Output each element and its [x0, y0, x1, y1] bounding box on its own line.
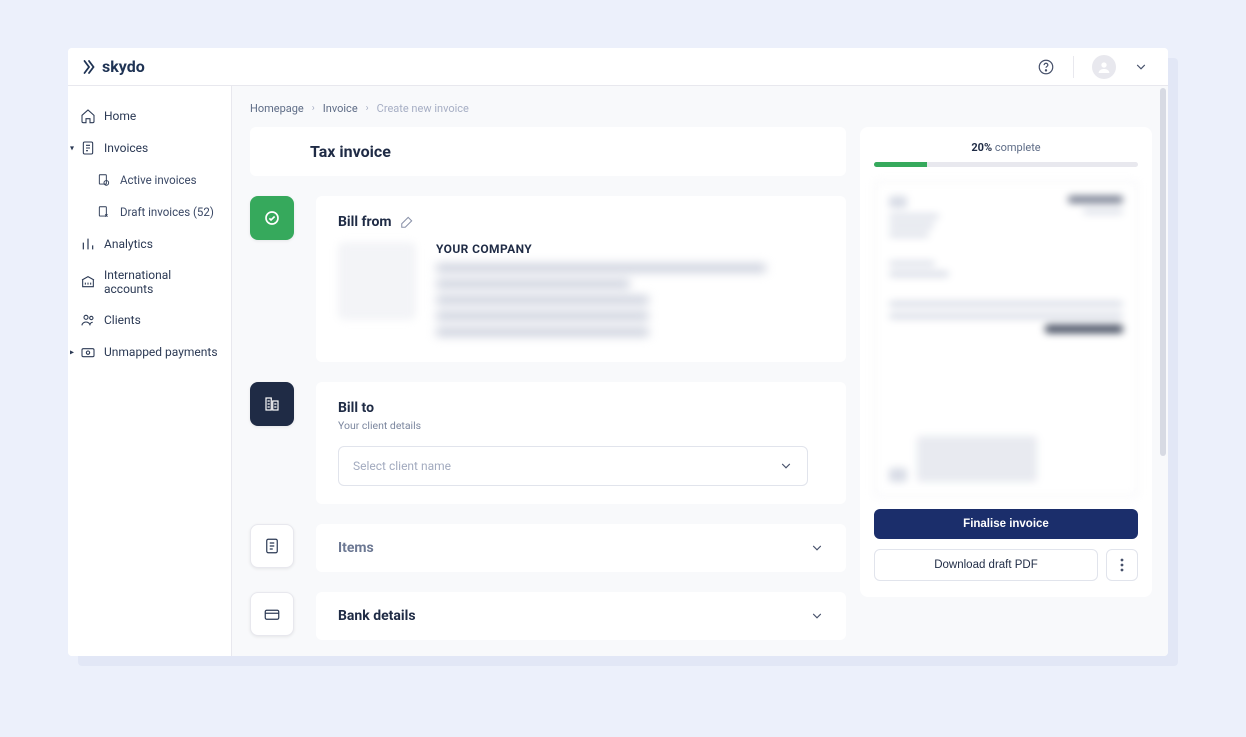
analytics-icon	[80, 236, 96, 252]
bill-from-status-icon	[250, 196, 294, 240]
sidebar-label: International accounts	[104, 268, 219, 296]
items-section: Items	[250, 524, 846, 572]
finalise-invoice-button[interactable]: Finalise invoice	[874, 509, 1138, 539]
sidebar-item-draft-invoices[interactable]: Draft invoices (52)	[68, 196, 231, 228]
bank-section: Bank details	[250, 592, 846, 640]
active-invoice-icon	[96, 172, 112, 188]
sidebar-label: Analytics	[104, 237, 153, 251]
breadcrumb-invoice[interactable]: Invoice	[323, 102, 358, 115]
topbar: skydo	[68, 48, 1168, 86]
sidebar-label: Clients	[104, 313, 141, 327]
bill-from-title: Bill from	[338, 214, 824, 230]
more-actions-button[interactable]	[1106, 549, 1138, 581]
bill-to-subtitle: Your client details	[338, 419, 824, 432]
user-menu-caret-icon[interactable]	[1134, 60, 1148, 74]
breadcrumb-home[interactable]: Homepage	[250, 102, 304, 115]
scrollbar[interactable]	[1160, 88, 1166, 654]
sidebar-item-analytics[interactable]: Analytics	[68, 228, 231, 260]
bill-to-section: Bill to Your client details Select clien…	[250, 382, 846, 504]
sidebar-label: Unmapped payments	[104, 345, 218, 359]
chevron-right-icon: ›	[312, 103, 315, 114]
sidebar-label: Active invoices	[120, 173, 197, 187]
home-icon	[80, 108, 96, 124]
brand-logo[interactable]: skydo	[80, 57, 145, 76]
progress-bar	[874, 162, 1138, 167]
topbar-actions	[1037, 55, 1148, 79]
scrollbar-thumb[interactable]	[1160, 88, 1166, 456]
sidebar-label: Draft invoices (52)	[120, 205, 214, 219]
chevron-down-icon	[779, 459, 793, 473]
invoice-icon	[80, 140, 96, 156]
bank-details-icon	[250, 592, 294, 636]
company-logo-placeholder	[338, 242, 416, 320]
chevron-down-icon	[810, 609, 824, 623]
breadcrumb: Homepage › Invoice › Create new invoice	[232, 86, 1152, 127]
invoice-preview-thumbnail	[874, 181, 1138, 497]
bill-to-title: Bill to	[338, 400, 824, 416]
sidebar-item-international[interactable]: International accounts	[68, 260, 231, 304]
breadcrumb-current: Create new invoice	[377, 102, 469, 115]
sidebar-item-active-invoices[interactable]: Active invoices	[68, 164, 231, 196]
expand-caret-icon: ▸	[70, 348, 74, 357]
progress-fill	[874, 162, 927, 167]
edit-icon[interactable]	[400, 215, 414, 229]
kebab-icon	[1120, 558, 1124, 572]
collapse-caret-icon: ▾	[70, 144, 74, 153]
sidebar-item-unmapped[interactable]: ▸ Unmapped payments	[68, 336, 231, 368]
invoice-preview-panel: 20% complete	[860, 127, 1152, 597]
progress-label: 20% complete	[874, 141, 1138, 154]
client-select-placeholder: Select client name	[353, 459, 451, 473]
company-details-redacted	[436, 264, 824, 336]
payments-icon	[80, 344, 96, 360]
bank-icon	[80, 274, 96, 290]
brand-mark-icon	[80, 58, 98, 76]
user-avatar[interactable]	[1092, 55, 1116, 79]
bill-from-section: Bill from YOUR COMPANY	[250, 196, 846, 362]
chevron-right-icon: ›	[366, 103, 369, 114]
client-select[interactable]: Select client name	[338, 446, 808, 486]
help-icon[interactable]	[1037, 58, 1055, 76]
items-icon	[250, 524, 294, 568]
sidebar-label: Invoices	[104, 141, 148, 155]
chevron-down-icon	[810, 541, 824, 555]
page-title: Tax invoice	[250, 127, 846, 176]
company-name: YOUR COMPANY	[436, 242, 824, 256]
clients-icon	[80, 312, 96, 328]
topbar-divider	[1073, 56, 1074, 78]
draft-invoice-icon	[96, 204, 112, 220]
sidebar-label: Home	[104, 109, 136, 123]
brand-name: skydo	[102, 57, 145, 76]
main-content: Homepage › Invoice › Create new invoice …	[232, 86, 1168, 656]
sidebar-item-home[interactable]: Home	[68, 100, 231, 132]
bill-to-icon	[250, 382, 294, 426]
download-draft-button[interactable]: Download draft PDF	[874, 549, 1098, 581]
bank-section-toggle[interactable]: Bank details	[316, 592, 846, 640]
items-section-toggle[interactable]: Items	[316, 524, 846, 572]
sidebar: Home ▾ Invoices Active invoices Draft i	[68, 86, 232, 656]
app-window: skydo	[68, 48, 1168, 656]
sidebar-item-invoices[interactable]: ▾ Invoices	[68, 132, 231, 164]
sidebar-item-clients[interactable]: Clients	[68, 304, 231, 336]
